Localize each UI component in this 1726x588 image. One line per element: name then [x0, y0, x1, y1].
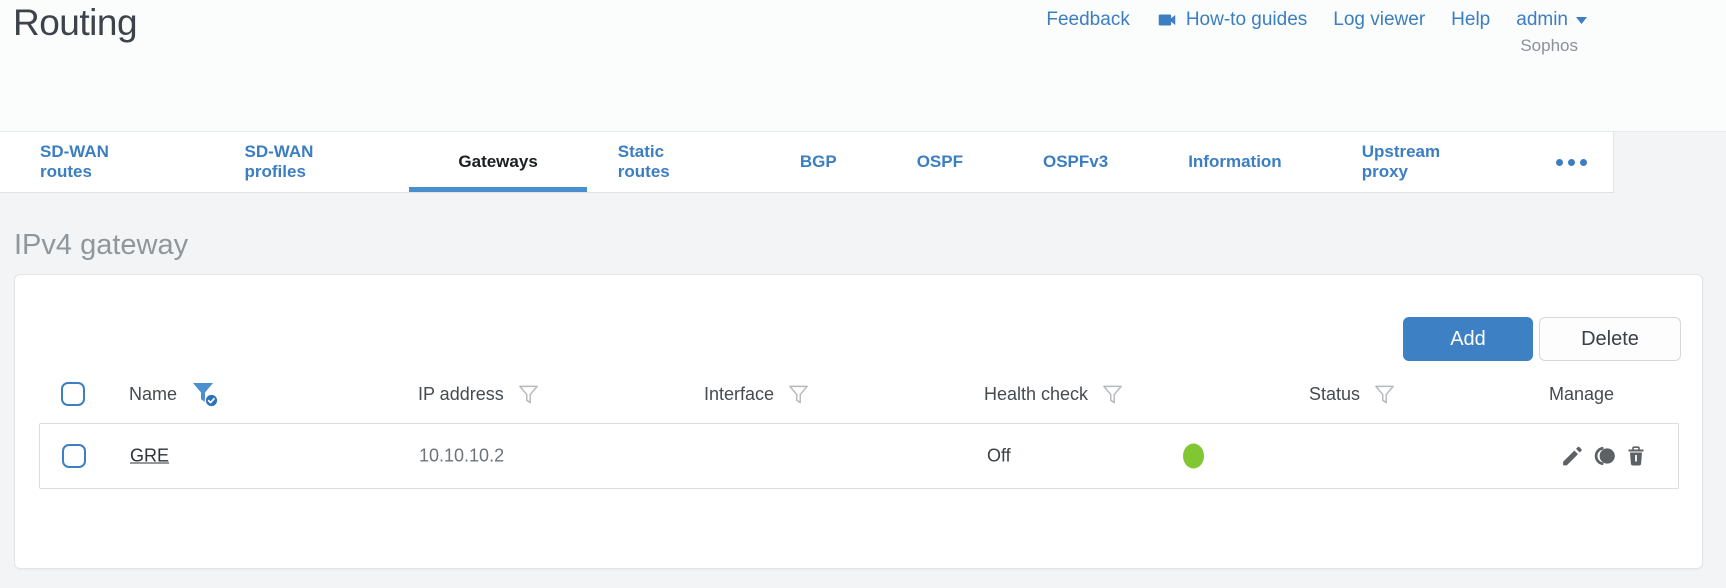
status-cell: [1183, 443, 1204, 469]
row-checkbox[interactable]: [62, 444, 86, 468]
add-button[interactable]: Add: [1403, 317, 1533, 361]
select-all-cell: [61, 372, 85, 416]
column-ip-address: IP address: [418, 372, 540, 416]
brand-label: Sophos: [1520, 36, 1578, 55]
interface-filter-funnel-icon[interactable]: [787, 383, 810, 406]
health-filter-funnel-icon[interactable]: [1101, 383, 1124, 406]
tab-ospf[interactable]: OSPF: [877, 132, 1003, 192]
column-manage: Manage: [1549, 383, 1615, 404]
trash-icon[interactable]: [1624, 444, 1648, 468]
howto-guides-link[interactable]: How-to guides: [1156, 9, 1307, 31]
column-status: Status: [1309, 372, 1396, 416]
column-health-check: Health check: [984, 372, 1124, 416]
header-links: Feedback How-to guides Log viewer Help a…: [1046, 9, 1587, 31]
name-filter-funnel-check-icon[interactable]: [190, 379, 220, 409]
videocam-icon: [1156, 9, 1178, 31]
page-title: Routing: [13, 2, 138, 43]
tab-upstream-proxy[interactable]: Upstream proxy: [1322, 132, 1530, 192]
more-tabs-ellipsis-icon[interactable]: [1530, 132, 1613, 192]
gateway-health-check: Off: [987, 445, 1011, 466]
tab-sdwan-routes[interactable]: SD-WAN routes: [0, 132, 205, 192]
edit-pencil-icon[interactable]: [1560, 444, 1585, 469]
column-name: Name: [129, 372, 220, 416]
feedback-link[interactable]: Feedback: [1046, 9, 1129, 31]
select-all-checkbox[interactable]: [61, 382, 85, 406]
gateway-ip: 10.10.10.2: [419, 445, 505, 466]
row-select-cell: [62, 444, 86, 468]
user-menu[interactable]: admin: [1516, 9, 1587, 31]
routing-page: Routing Feedback How-to guides Log viewe…: [0, 0, 1726, 588]
tab-sdwan-profiles[interactable]: SD-WAN profiles: [205, 132, 419, 192]
page-header: Routing Feedback How-to guides Log viewe…: [0, 0, 1726, 132]
section-heading: IPv4 gateway: [14, 229, 189, 261]
tab-information[interactable]: Information: [1148, 132, 1322, 192]
help-link[interactable]: Help: [1451, 9, 1490, 31]
caret-down-icon: [1576, 16, 1587, 24]
clone-icon[interactable]: [1592, 444, 1617, 469]
delete-button[interactable]: Delete: [1539, 317, 1681, 361]
ip-filter-funnel-icon[interactable]: [517, 383, 540, 406]
routing-tabbar: SD-WAN routes SD-WAN profiles Gateways S…: [0, 132, 1614, 193]
table-body: GRE 10.10.10.2 Off: [39, 423, 1679, 489]
status-filter-funnel-icon[interactable]: [1373, 383, 1396, 406]
status-green-dot: [1183, 443, 1204, 469]
gateway-name-link[interactable]: GRE: [130, 446, 169, 467]
table-row: GRE 10.10.10.2 Off: [40, 424, 1678, 488]
tab-gateways[interactable]: Gateways: [409, 132, 588, 192]
log-viewer-link[interactable]: Log viewer: [1333, 9, 1425, 31]
tab-static-routes[interactable]: Static routes: [578, 132, 760, 192]
ipv4-gateway-card: Add Delete Name IP address Interface Hea…: [14, 274, 1703, 569]
tab-ospfv3[interactable]: OSPFv3: [1003, 132, 1148, 192]
manage-cell: [1560, 444, 1648, 469]
tab-bgp[interactable]: BGP: [760, 132, 877, 192]
table-header: Name IP address Interface Health check S…: [15, 372, 1702, 416]
column-interface: Interface: [704, 372, 810, 416]
